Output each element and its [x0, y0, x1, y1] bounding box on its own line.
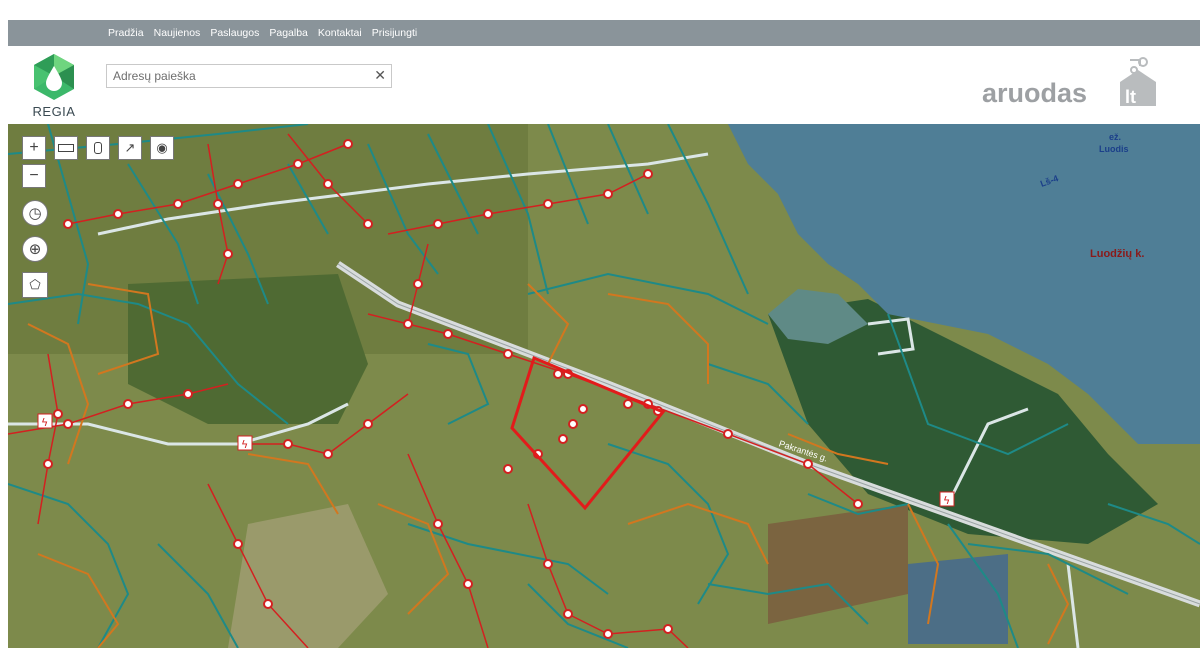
svg-text:ϟ: ϟ [241, 438, 248, 451]
zoom-out-button[interactable]: − [22, 164, 46, 188]
nav-link-naujienos[interactable]: Naujienos [154, 27, 201, 39]
top-navigation: Pradžia Naujienos Paslaugos Pagalba Kont… [8, 20, 1200, 46]
target-icon: ◉ [156, 140, 168, 155]
clear-search-icon[interactable]: ✕ [374, 67, 386, 84]
nav-link-paslaugos[interactable]: Paslaugos [210, 27, 259, 39]
pond [908, 554, 1008, 644]
aruodas-brand-text: aruodas [982, 78, 1087, 108]
map-canvas[interactable]: ϟ ϟ ϟ [8, 124, 1200, 648]
nav-link-pagalba[interactable]: Pagalba [269, 27, 308, 39]
regia-logo[interactable]: REGIA [22, 52, 86, 122]
measure-tool-button[interactable] [54, 136, 78, 160]
regia-logo-text: REGIA [32, 104, 76, 119]
draw-area-button[interactable]: ⬠ [22, 272, 48, 298]
marker-tool-button[interactable] [86, 136, 110, 160]
polygon-icon: ⬠ [29, 277, 41, 292]
lake-name-label: Luodis [1099, 144, 1129, 154]
nav-menu: Pradžia Naujienos Paslaugos Pagalba Kont… [108, 20, 417, 46]
rotation-button[interactable]: ◷ [22, 200, 48, 226]
share-icon: ↗ [124, 140, 136, 155]
address-search: ✕ [106, 64, 392, 88]
zoom-in-button[interactable]: + [22, 136, 46, 160]
header-bar: REGIA ✕ aruodas lt [8, 46, 1200, 125]
pin-icon [94, 142, 102, 154]
app-window: Pradžia Naujienos Paslaugos Pagalba Kont… [8, 20, 1200, 648]
lake-prefix-label: ež. [1109, 132, 1122, 142]
map-view[interactable]: ϟ ϟ ϟ Luodžių k. ež. Luodis Lš-4 Pakrant… [8, 124, 1200, 648]
svg-text:ϟ: ϟ [943, 494, 950, 507]
locate-button[interactable]: ◉ [150, 136, 174, 160]
aruodas-logo[interactable]: aruodas lt [980, 56, 1170, 112]
crosshair-icon: ⊕ [28, 241, 42, 258]
share-button[interactable]: ↗ [118, 136, 142, 160]
aruodas-brand-suffix: lt [1125, 87, 1136, 107]
ruler-icon [58, 144, 74, 152]
forest-patch [128, 274, 368, 424]
nav-link-kontaktai[interactable]: Kontaktai [318, 27, 362, 39]
compass-icon: ◷ [28, 205, 42, 222]
aruodas-logo-graphic: aruodas lt [982, 57, 1156, 108]
nav-link-pradzia[interactable]: Pradžia [108, 27, 144, 39]
my-location-button[interactable]: ⊕ [22, 236, 48, 262]
village-label: Luodžių k. [1090, 248, 1145, 260]
address-search-input[interactable] [107, 65, 363, 87]
nav-link-prisijungti[interactable]: Prisijungti [372, 27, 418, 39]
svg-text:ϟ: ϟ [41, 416, 48, 429]
regia-logo-icon [34, 54, 74, 100]
